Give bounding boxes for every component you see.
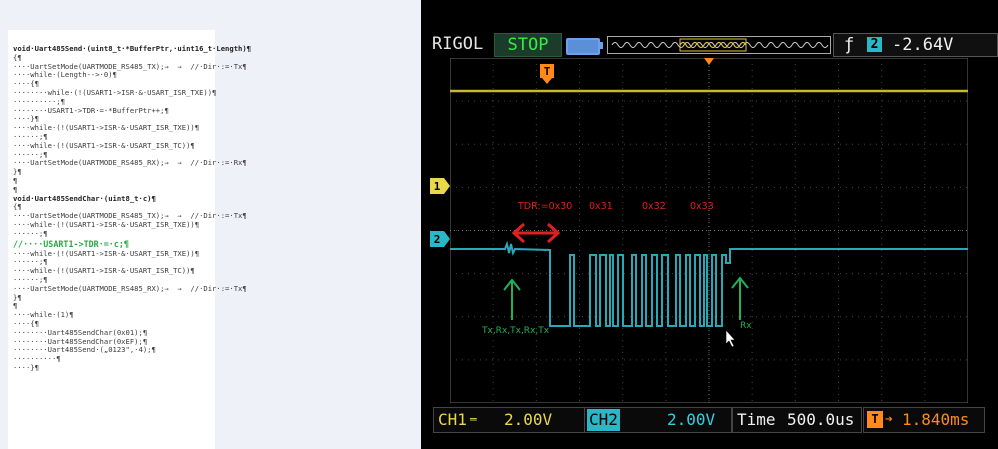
ch2-label: CH2 [587,409,620,431]
code-line: ··········¶ [13,354,61,364]
timebase-box[interactable]: Time 500.0us [732,407,862,433]
code-line: ····while·(!(USART1->ISR·&·USART_ISR_TXE… [13,123,200,133]
trigger-channel-badge: 2 [867,37,882,52]
byte-0x33-annotation: 0x33 [690,201,714,212]
time-label: Time [737,410,776,429]
measurement-bar: CH1 ═ 2.00V CH2 2.00V Time 500.0us T ➔ 1… [421,405,998,435]
trigger-marker-text: T [544,65,551,78]
trigger-offset-value: 1.840ms [902,410,970,429]
waveform-grid: T TDR:=0x30 0x31 0x32 0x33 Tx,Rx,Tx,Rx,T… [450,58,968,403]
ch1-scale-box[interactable]: CH1 ═ 2.00V [433,407,585,433]
svg-text:2: 2 [434,233,441,246]
ch2-scale-box[interactable]: CH2 2.00V [584,407,732,433]
code-panel: void·Uart485Send·(uint8_t·*BufferPtr,·ui… [0,0,251,449]
battery-icon [566,38,600,55]
code-line: }¶ [13,167,22,177]
code-line: ····while·(!(USART1->ISR·&·USART_ISR_TXE… [13,219,200,229]
time-scale: 500.0us [787,410,855,429]
trigger-offset-icon: T [867,411,883,428]
brand-label: RIGOL [432,34,484,54]
code-line: ····while·(1)¶ [13,310,74,320]
code-line: ······;¶ [13,228,48,238]
code-line: ····while·(Length-->·0)¶ [13,70,117,80]
rx-annotation: Rx [740,321,752,331]
ch1-label: CH1 [438,410,467,429]
trigger-edge-icon: ƒ [844,35,855,55]
memory-depth-bar [607,36,831,54]
status-bar: RIGOL STOP ƒ 2 -2.64V [421,30,998,58]
memory-waveform-preview [611,38,829,52]
code-line: ········while·(!(USART1->ISR·&·USART_ISR… [13,87,217,97]
ch1-level-marker[interactable]: 1 [430,178,452,194]
code-line: //····USART1->TDR·=·c;¶ [13,238,129,249]
code-line: ¶ [13,175,18,185]
dc-coupling-icon: ═ [470,413,477,426]
code-line: void·Uart485Send·(uint8_t·*BufferPtr,·ui… [13,44,251,53]
code-line: ····while·(!(USART1->ISR·&·USART_ISR_TC)… [13,140,195,150]
code-line: ····UartSetMode(UARTMODE_RS485_RX);→ → /… [13,158,247,168]
code-listing: void·Uart485Send·(uint8_t·*BufferPtr,·ui… [13,44,408,373]
code-line: ····}¶ [13,362,39,372]
code-line: }¶ [13,292,22,302]
code-line: ········Uart485Send·(„0123",·4);¶ [13,345,156,355]
code-line: ····while·(!(USART1->ISR·&·USART_ISR_TXE… [13,248,200,258]
offset-arrow-icon: ➔ [885,412,893,427]
tdr-annotation: TDR:=0x30 [517,201,572,212]
code-line: void·Uart485SendChar·(uint8_t·c)¶ [13,193,156,203]
ch2-scale: 2.00V [667,410,716,429]
run-stop-state[interactable]: STOP [494,33,562,57]
battery-tip [600,42,603,49]
code-line: ········USART1->TDR·=·*BufferPtr++;¶ [13,105,169,115]
oscilloscope-screen: RIGOL STOP ƒ 2 -2.64V T TDR:=0x30 0x31 0… [421,0,998,449]
svg-text:1: 1 [434,180,441,193]
trigger-level: -2.64V [892,35,954,55]
trigger-setting-box[interactable]: ƒ 2 -2.64V [833,33,998,57]
byte-0x31-annotation: 0x31 [589,201,613,212]
code-line: ····while·(!(USART1->ISR·&·USART_ISR_TC)… [13,266,195,276]
byte-0x32-annotation: 0x32 [642,201,666,212]
ch1-scale: 2.00V [504,410,553,429]
tx-annotation: Tx,Rx,Tx,Rx,Tx [481,326,550,336]
ch2-level-marker[interactable]: 2 [430,231,452,247]
trigger-offset-box[interactable]: T ➔ 1.840ms [863,407,985,433]
code-line: ····UartSetMode(UARTMODE_RS485_RX);→ → /… [13,283,247,293]
